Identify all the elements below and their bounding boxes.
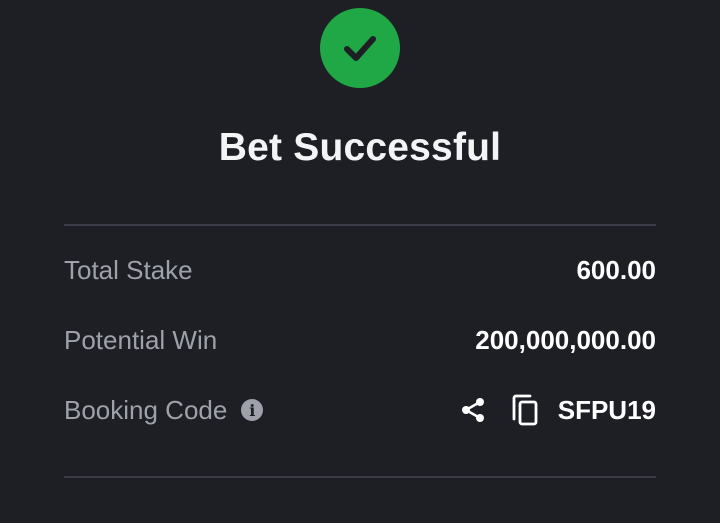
success-check-icon: [320, 8, 400, 88]
info-icon[interactable]: i: [241, 399, 264, 421]
page-title: Bet Successful: [218, 126, 502, 169]
potential-win-row: Potential Win 200,000,000.00: [64, 320, 656, 360]
booking-code-label-group: Booking Code i: [64, 394, 264, 426]
booking-code-label: Booking Code: [64, 394, 228, 425]
total-stake-value: 600.00: [576, 254, 656, 285]
total-stake-label: Total Stake: [64, 254, 193, 285]
booking-code-row: Booking Code i SFPU19: [64, 390, 656, 430]
divider-top: [64, 224, 656, 226]
divider-bottom: [64, 476, 656, 478]
potential-win-label: Potential Win: [64, 324, 218, 355]
booking-code-value[interactable]: SFPU19: [558, 395, 656, 426]
copy-icon[interactable]: [510, 393, 540, 427]
booking-code-actions: SFPU19: [458, 393, 656, 427]
checkmark-icon: [344, 36, 376, 61]
potential-win-value: 200,000,000.00: [475, 324, 656, 355]
share-icon[interactable]: [458, 395, 488, 425]
total-stake-row: Total Stake 600.00: [64, 250, 656, 290]
